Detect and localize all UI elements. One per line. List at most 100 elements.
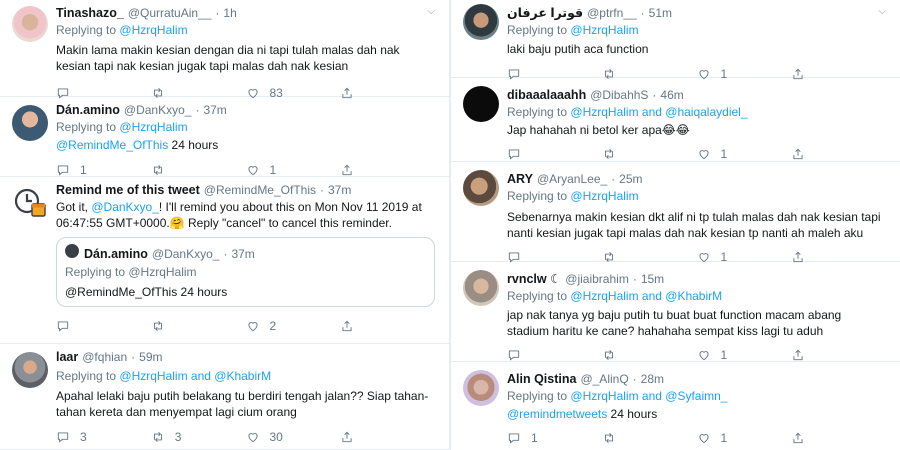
reply-mention-link[interactable]: @HzrqHalim	[570, 23, 638, 37]
timestamp[interactable]: 28m	[641, 371, 664, 387]
tweet[interactable]: Alin Qistina @_AlinQ · 28m Replying to @…	[451, 362, 900, 450]
user-handle[interactable]: @_AlinQ	[580, 371, 628, 387]
user-handle[interactable]: @RemindMe_OfThis	[204, 182, 316, 198]
timestamp[interactable]: 37m	[328, 182, 351, 198]
like-button[interactable]: 1	[697, 348, 792, 362]
reply-mention-link[interactable]: @HzrqHalim and @Syfaimn_	[570, 389, 727, 403]
user-handle[interactable]: @DibahhS	[590, 87, 648, 103]
replying-label: Replying to	[507, 23, 568, 37]
avatar[interactable]	[463, 370, 499, 406]
reply-button[interactable]: 3	[56, 430, 151, 444]
avatar[interactable]	[463, 170, 499, 206]
avatar[interactable]	[12, 352, 48, 388]
like-button[interactable]: 1	[697, 147, 792, 161]
like-icon	[698, 150, 709, 160]
tweet[interactable]: Remind me of this tweet @RemindMe_OfThis…	[0, 177, 449, 344]
retweet-count: 3	[174, 430, 182, 444]
like-icon	[698, 351, 709, 361]
timestamp[interactable]: 15m	[641, 271, 664, 287]
share-button[interactable]	[340, 319, 435, 333]
display-name[interactable]: dibaaalaaahh	[507, 87, 586, 103]
reply-mention-link[interactable]: @HzrqHalim and @KhabirM	[119, 369, 271, 383]
display-name[interactable]: Dán.amino	[56, 102, 120, 118]
timestamp[interactable]: 51m	[649, 5, 672, 21]
tweet[interactable]: Dán.amino @DanKxyo_ · 37m Replying to @H…	[0, 97, 449, 177]
like-button[interactable]: 2	[246, 319, 341, 333]
display-name[interactable]: ARY	[507, 171, 533, 187]
timestamp[interactable]: 46m	[660, 87, 683, 103]
display-name[interactable]: rvnclw ☾	[507, 271, 561, 287]
reply-count: 3	[80, 430, 87, 444]
quoted-tweet[interactable]: Dán.amino @DanKxyo_ · 37m Replying to @H…	[56, 237, 435, 307]
tweet[interactable]: ARY @AryanLee_ · 25m Replying to @HzrqHa…	[451, 162, 900, 264]
retweet-button[interactable]	[151, 319, 246, 333]
display-name[interactable]: Alin Qistina	[507, 371, 576, 387]
reply-button[interactable]: 1	[507, 431, 602, 445]
reply-mention-link[interactable]: @HzrqHalim and @haiqalaydiel_	[570, 105, 747, 119]
user-handle[interactable]: @DanKxyo_	[124, 102, 192, 118]
user-handle[interactable]: @fqhian	[82, 349, 127, 365]
clock-calendar-icon[interactable]	[12, 185, 48, 221]
replying-label: Replying to	[507, 289, 568, 303]
retweet-button[interactable]	[151, 163, 246, 177]
reply-mention-link[interactable]: @HzrqHalim	[119, 120, 187, 134]
timestamp[interactable]: 1h	[223, 5, 236, 21]
like-count: 1	[720, 431, 728, 445]
share-icon	[793, 349, 803, 361]
share-button[interactable]	[791, 431, 886, 445]
retweet-button[interactable]	[602, 431, 697, 445]
avatar[interactable]	[12, 6, 48, 42]
chevron-down-icon[interactable]: ⌵	[878, 6, 886, 17]
like-button[interactable]: 1	[246, 163, 341, 177]
user-handle[interactable]: @AryanLee_	[537, 171, 607, 187]
tweet[interactable]: laar @fqhian · 59m Replying to @HzrqHali…	[0, 344, 449, 450]
share-button[interactable]	[791, 147, 886, 161]
tweet[interactable]: rvnclw ☾ @jiaibrahim · 15m Replying to @…	[451, 262, 900, 362]
replying-label: Replying to	[507, 389, 568, 403]
user-handle[interactable]: @QurratuAin__	[128, 5, 212, 21]
retweet-button[interactable]: 3	[151, 430, 246, 444]
reply-count: 1	[80, 163, 87, 177]
reply-button[interactable]: 1	[56, 163, 151, 177]
display-name[interactable]: قوترا عرفان	[507, 5, 583, 21]
retweet-button[interactable]	[602, 348, 697, 362]
user-handle[interactable]: @ptrfn__	[587, 5, 637, 21]
reply-mention-link[interactable]: @HzrqHalim	[119, 23, 187, 37]
avatar[interactable]	[463, 86, 499, 122]
user-handle[interactable]: @jiaibrahim	[565, 271, 629, 287]
replying-to: Replying to @HzrqHalim and @haiqalaydiel…	[507, 104, 886, 120]
display-name[interactable]: laar	[56, 349, 78, 365]
mention-link[interactable]: @remindmetweets	[507, 407, 607, 421]
chevron-down-icon[interactable]: ⌵	[427, 6, 435, 17]
reply-button[interactable]	[507, 147, 602, 161]
retweet-icon	[153, 432, 162, 442]
replying-label: Replying to	[56, 23, 117, 37]
reply-button[interactable]	[507, 348, 602, 362]
right-timeline: قوترا عرفان @ptrfn__ · 51m ⌵ Replying to…	[451, 0, 900, 450]
tweet[interactable]: قوترا عرفان @ptrfn__ · 51m ⌵ Replying to…	[451, 0, 900, 81]
share-button[interactable]	[340, 430, 435, 444]
avatar[interactable]	[463, 270, 499, 306]
share-button[interactable]	[340, 163, 435, 177]
like-icon	[247, 322, 258, 332]
tweet-actions: 3 3 30	[56, 424, 435, 450]
timestamp[interactable]: 59m	[139, 349, 162, 365]
mention-link[interactable]: @DanKxyo_	[91, 200, 159, 214]
mention-link[interactable]: @RemindMe_OfThis	[56, 138, 168, 152]
timestamp[interactable]: 25m	[619, 171, 642, 187]
replying-label: Replying to	[56, 120, 117, 134]
tweet[interactable]: Tinashazo_ @QurratuAin__ · 1h ⌵ Replying…	[0, 0, 449, 100]
avatar[interactable]	[463, 4, 499, 40]
retweet-button[interactable]	[602, 147, 697, 161]
share-button[interactable]	[791, 348, 886, 362]
timestamp[interactable]: 37m	[203, 102, 226, 118]
display-name[interactable]: Tinashazo_	[56, 5, 124, 21]
display-name[interactable]: Remind me of this tweet	[56, 182, 200, 198]
reply-button[interactable]	[56, 319, 151, 333]
reply-mention-link[interactable]: @HzrqHalim and @KhabirM	[570, 289, 722, 303]
reply-mention-link[interactable]: @HzrqHalim	[570, 189, 638, 203]
like-button[interactable]: 1	[697, 431, 792, 445]
tweet[interactable]: dibaaalaaahh @DibahhS · 46m Replying to …	[451, 78, 900, 162]
like-button[interactable]: 30	[246, 430, 341, 444]
avatar[interactable]	[12, 105, 48, 141]
